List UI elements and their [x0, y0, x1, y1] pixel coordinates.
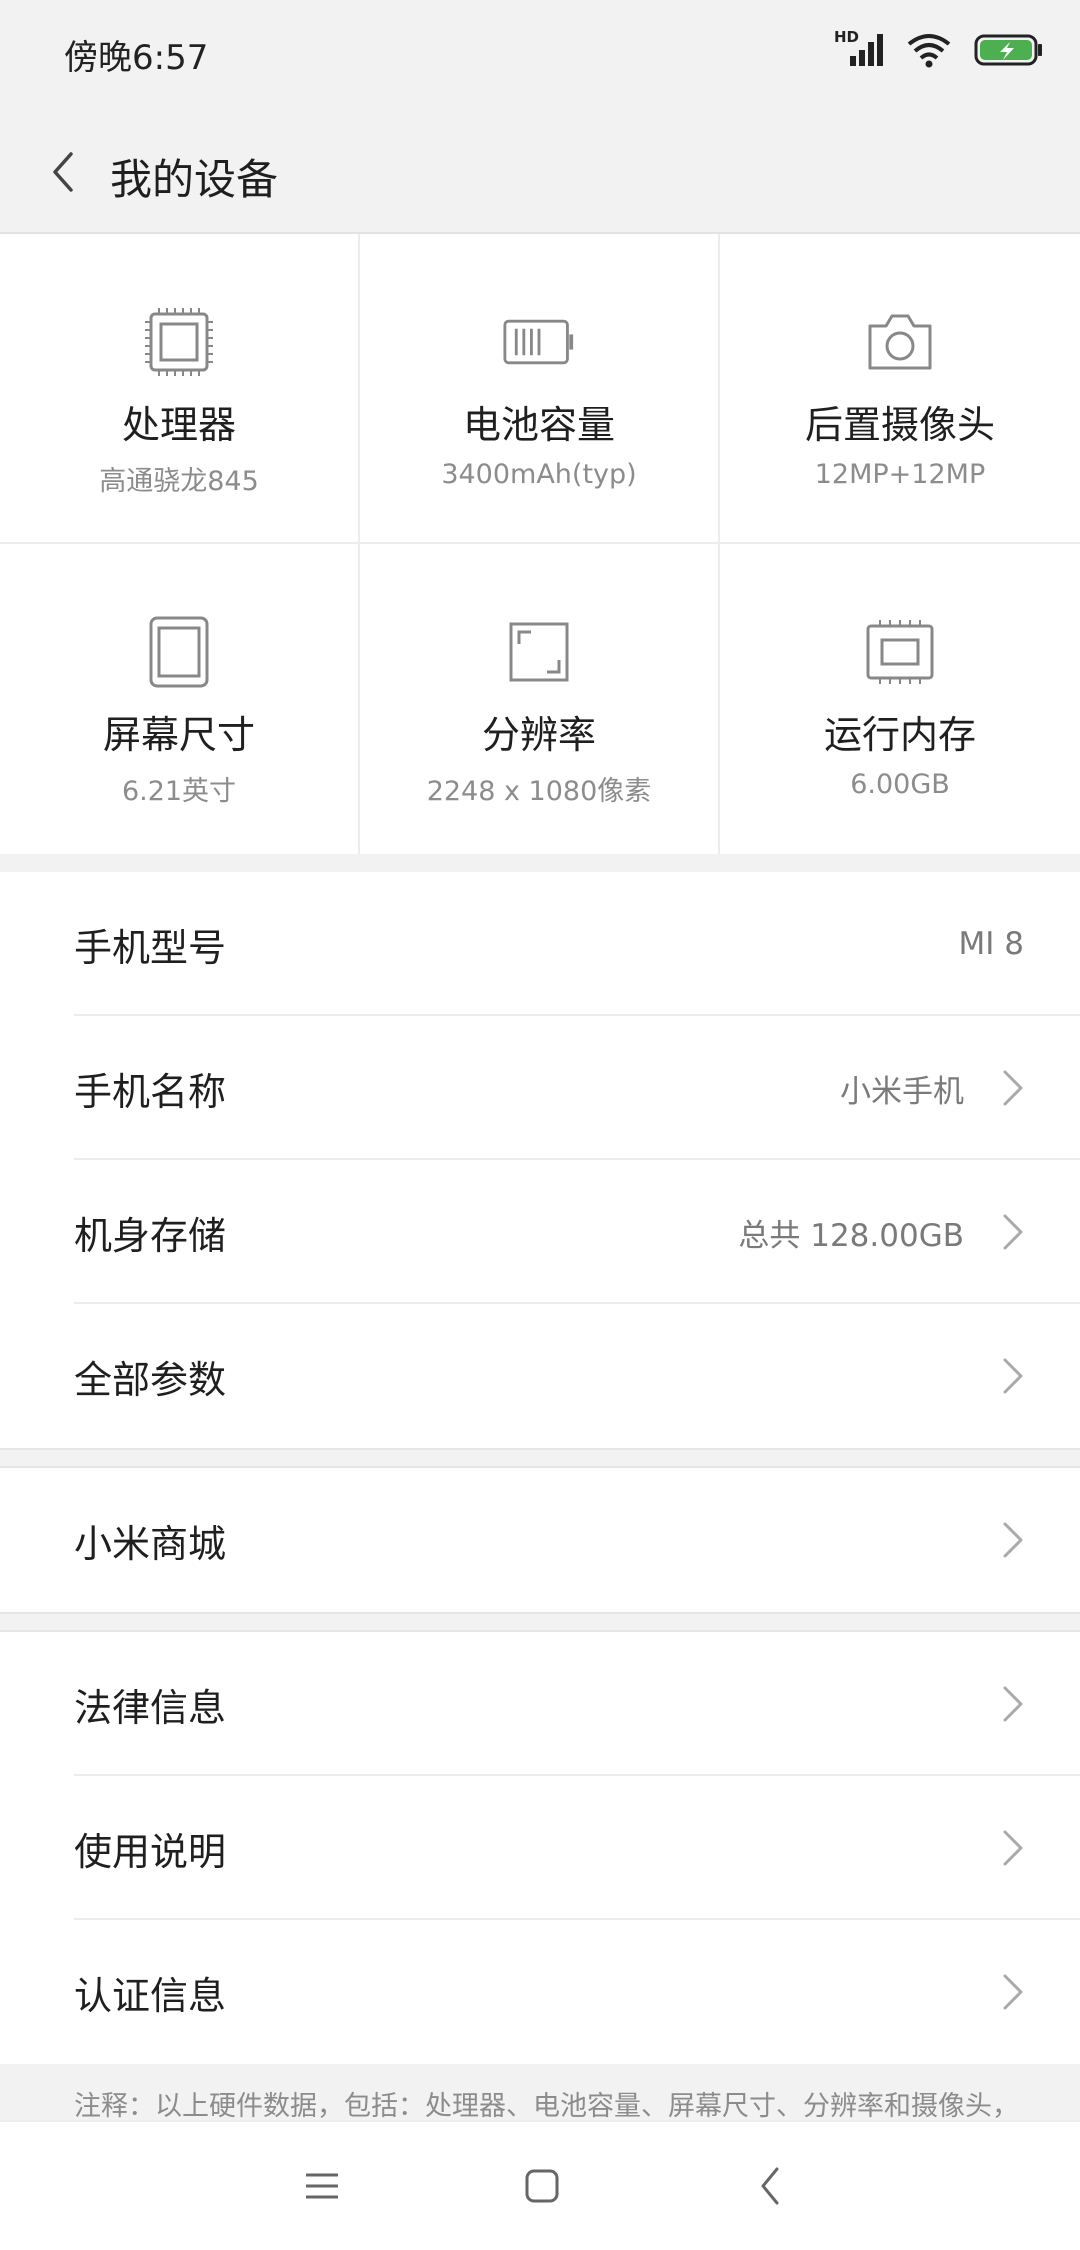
spec-battery: 电池容量 3400mAh(typ)	[360, 234, 720, 544]
row-certification[interactable]: 认证信息	[0, 1920, 1080, 2064]
note-text: 注释：以上硬件数据，包括：处理器、电池容量、屏幕尺寸、分辨率和摄像头，	[74, 2091, 1019, 2120]
back-button[interactable]	[34, 142, 94, 202]
memory-icon	[864, 616, 936, 688]
spec-label: 运行内存	[823, 713, 976, 757]
row-value: 总共 128.00GB	[738, 1217, 964, 1254]
spec-value: 6.00GB	[850, 769, 950, 800]
back-chevron-icon	[53, 152, 73, 192]
spec-label: 屏幕尺寸	[102, 713, 255, 757]
spec-screen-size: 屏幕尺寸 6.21英寸	[0, 544, 360, 854]
row-legal-info[interactable]: 法律信息	[0, 1632, 1080, 1776]
app-bar: 我的设备	[0, 112, 1080, 234]
chevron-right-icon	[998, 1068, 1028, 1108]
row-label: 手机型号	[74, 925, 227, 970]
home-button[interactable]	[512, 2156, 572, 2216]
chevron-right-icon	[998, 1972, 1028, 2012]
spec-label: 分辨率	[481, 713, 596, 757]
section-gap	[0, 1612, 1080, 1632]
wifi-icon	[906, 32, 952, 68]
chevron-right-icon	[998, 1684, 1028, 1724]
menu-icon	[306, 2173, 338, 2199]
row-value: MI 8	[958, 926, 1024, 962]
row-label: 全部参数	[74, 1357, 227, 1402]
resolution-icon	[503, 616, 575, 688]
spec-value: 3400mAh(typ)	[441, 459, 637, 490]
note-area: 注释：以上硬件数据，包括：处理器、电池容量、屏幕尺寸、分辨率和摄像头，	[0, 2064, 1080, 2120]
chevron-right-icon	[998, 1520, 1028, 1560]
signal-icon: HD	[834, 28, 884, 68]
status-bar: 傍晚6:57 HD	[0, 0, 1080, 112]
spec-grid: 处理器 高通骁龙845 电池容量 3400mAh(typ) 后置摄像头 12MP…	[0, 234, 1080, 854]
section-gap	[0, 1448, 1080, 1468]
chevron-right-icon	[998, 1828, 1028, 1868]
nav-bar	[0, 2120, 1080, 2250]
section-gap	[0, 854, 1080, 872]
row-label: 机身存储	[74, 1213, 227, 1258]
status-icons: HD	[834, 28, 1044, 68]
status-time: 傍晚6:57	[64, 38, 209, 78]
spec-label: 处理器	[121, 403, 236, 447]
battery-charging-icon	[974, 33, 1044, 67]
row-phone-name[interactable]: 手机名称 小米手机	[0, 1016, 1080, 1160]
page-title: 我的设备	[110, 155, 279, 204]
spec-value: 12MP+12MP	[814, 459, 986, 490]
spec-value: 2248 x 1080像素	[426, 776, 652, 807]
row-all-specs[interactable]: 全部参数	[0, 1304, 1080, 1448]
row-label: 手机名称	[74, 1069, 227, 1114]
processor-icon	[143, 306, 215, 378]
store-list: 小米商城	[0, 1468, 1080, 1612]
row-mi-store[interactable]: 小米商城	[0, 1468, 1080, 1612]
camera-icon	[864, 306, 936, 378]
menu-button[interactable]	[292, 2156, 352, 2216]
spec-label: 后置摄像头	[804, 403, 995, 447]
chevron-right-icon	[998, 1356, 1028, 1396]
back-icon	[761, 2167, 779, 2205]
spec-value: 6.21英寸	[121, 776, 237, 807]
row-value: 小米手机	[840, 1073, 964, 1110]
spec-value: 高通骁龙845	[99, 466, 259, 497]
screen-size-icon	[143, 616, 215, 688]
row-label: 使用说明	[74, 1829, 227, 1874]
spec-label: 电池容量	[462, 403, 615, 447]
row-label: 小米商城	[74, 1521, 227, 1566]
row-label: 认证信息	[74, 1973, 227, 2018]
row-storage[interactable]: 机身存储 总共 128.00GB	[0, 1160, 1080, 1304]
row-label: 法律信息	[74, 1685, 227, 1730]
row-user-guide[interactable]: 使用说明	[0, 1776, 1080, 1920]
home-icon	[525, 2169, 559, 2203]
row-phone-model[interactable]: 手机型号 MI 8	[0, 872, 1080, 1016]
battery-icon	[503, 306, 575, 378]
info-list: 法律信息 使用说明 认证信息	[0, 1632, 1080, 2064]
spec-memory: 运行内存 6.00GB	[720, 544, 1080, 854]
nav-back-button[interactable]	[740, 2156, 800, 2216]
spec-processor: 处理器 高通骁龙845	[0, 234, 360, 544]
spec-resolution: 分辨率 2248 x 1080像素	[360, 544, 720, 854]
device-list: 手机型号 MI 8 手机名称 小米手机 机身存储 总共 128.00GB 全部参…	[0, 872, 1080, 1448]
chevron-right-icon	[998, 1212, 1028, 1252]
spec-camera: 后置摄像头 12MP+12MP	[720, 234, 1080, 544]
